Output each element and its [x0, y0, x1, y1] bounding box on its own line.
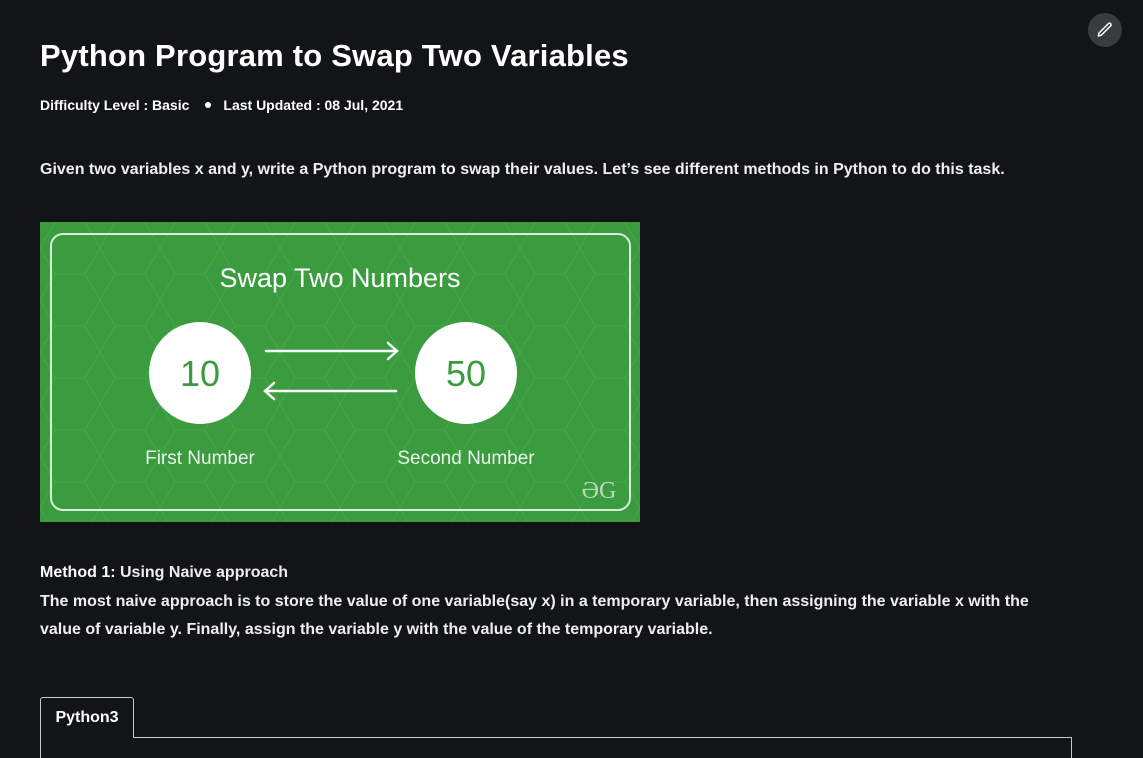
method-1-section: Method 1: Using Naive approach The most …: [40, 559, 1060, 645]
tab-python3[interactable]: Python3: [40, 697, 134, 738]
method-1-label: Method 1:: [40, 564, 116, 581]
edit-button[interactable]: [1088, 13, 1122, 47]
code-tabs: Python3: [40, 697, 1072, 758]
second-number-value: 50: [446, 353, 486, 394]
banner-heading: Swap Two Numbers: [219, 263, 460, 293]
pencil-icon: [1097, 22, 1112, 37]
intro-paragraph: Given two variables x and y, write a Pyt…: [40, 161, 1005, 178]
method-1-name: Using Naive approach: [115, 564, 289, 581]
last-updated: Last Updated : 08 Jul, 2021: [223, 97, 404, 113]
first-number-value: 10: [180, 353, 220, 394]
second-number-label: Second Number: [397, 448, 535, 469]
code-panel: [40, 737, 1072, 758]
page-title: Python Program to Swap Two Variables: [40, 38, 629, 73]
article-meta: Difficulty Level : Basic Last Updated : …: [40, 97, 403, 113]
separator-dot-icon: [205, 102, 212, 108]
swap-banner-image: Swap Two Numbers 10 50 First Number Seco…: [40, 222, 640, 522]
method-1-description: The most naive approach is to store the …: [40, 592, 1029, 639]
first-number-label: First Number: [145, 448, 255, 469]
gfg-logo: ƏG: [582, 478, 617, 504]
difficulty-level: Difficulty Level : Basic: [40, 97, 190, 113]
